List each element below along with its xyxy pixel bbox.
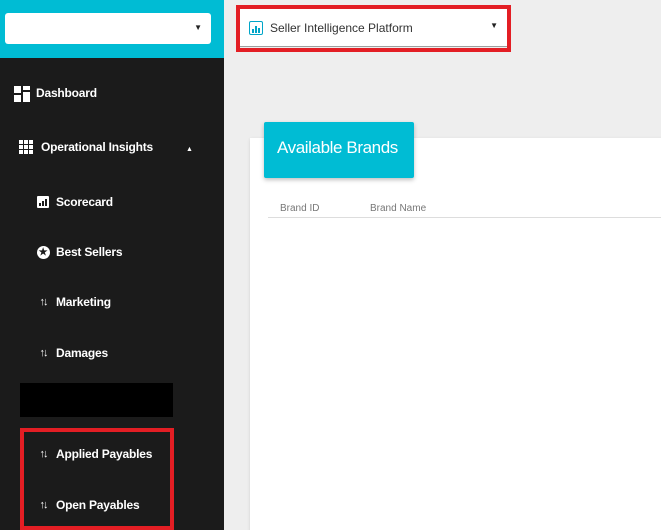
table-header-divider: [268, 217, 661, 218]
sidebar-item-damages[interactable]: ↑↓ Damages: [36, 346, 109, 360]
highlight-box-payables: [20, 428, 174, 530]
sidebar-item-operational-insights[interactable]: Operational Insights: [19, 140, 153, 154]
sidebar-item-label: Marketing: [56, 295, 111, 309]
sidebar-item-label: Scorecard: [56, 195, 113, 209]
sidebar-item-label: Best Sellers: [56, 245, 123, 259]
sidebar-item-marketing[interactable]: ↑↓ Marketing: [36, 295, 112, 309]
caret-down-icon: ▼: [194, 23, 202, 32]
redacted-item: [20, 383, 173, 417]
sort-icon: ↑↓: [39, 347, 49, 359]
sidebar-item-label: Damages: [56, 346, 108, 360]
column-header-brand-name[interactable]: Brand Name: [370, 203, 426, 214]
star-icon: ★: [36, 245, 50, 259]
sidebar-item-scorecard[interactable]: Scorecard: [36, 195, 113, 209]
sidebar-header: ▼: [0, 0, 224, 58]
grid-icon: [19, 140, 33, 154]
highlight-box-platform: [236, 5, 511, 52]
sidebar-item-label: Operational Insights: [41, 140, 154, 154]
sort-icon: ↑↓: [39, 296, 49, 308]
sidebar-item-dashboard[interactable]: Dashboard: [14, 86, 97, 102]
brands-card-title: Available Brands: [264, 122, 414, 178]
scorecard-icon: [36, 195, 50, 209]
sidebar-item-best-sellers[interactable]: ★ Best Sellers: [36, 245, 123, 259]
dashboard-icon: [14, 86, 30, 102]
org-select[interactable]: ▼: [5, 13, 211, 44]
column-header-brand-id[interactable]: Brand ID: [280, 203, 319, 214]
sidebar-item-label: Dashboard: [36, 86, 97, 100]
sidebar: ▼ Dashboard Operational Insights ▲ Score…: [0, 0, 224, 530]
caret-up-icon[interactable]: ▲: [186, 146, 193, 153]
brands-card: [250, 138, 661, 530]
